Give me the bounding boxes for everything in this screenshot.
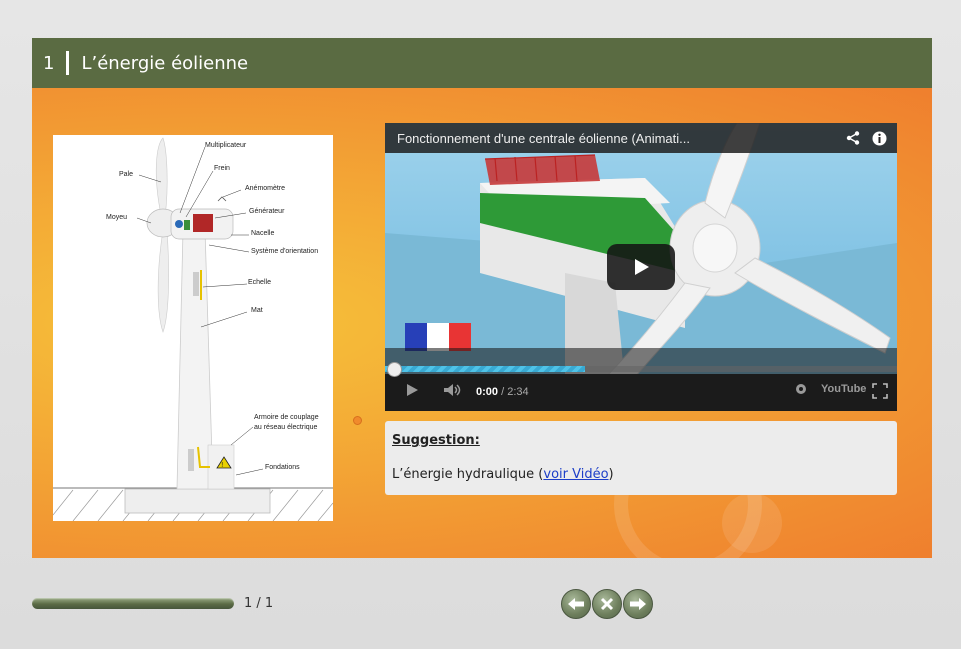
close-button[interactable] [592,589,622,619]
settings-icon[interactable] [795,383,807,398]
video-player[interactable]: Fonctionnement d'une centrale éolienne (… [385,123,897,411]
header-divider [66,51,70,75]
video-title-bar: Fonctionnement d'une centrale éolienne (… [385,123,897,153]
label-pale: Pale [119,171,133,178]
youtube-logo[interactable]: YouTube [821,383,866,395]
scrubber-handle[interactable] [387,362,402,377]
fullscreen-icon[interactable] [872,383,888,402]
suggestion-heading: Suggestion: [392,433,480,448]
current-time: 0:00 [476,386,499,398]
video-title[interactable]: Fonctionnement d'une centrale éolienne (… [397,131,845,146]
label-armoire-1: Armoire de couplage [254,414,319,421]
suggestion-box: Suggestion: L’énergie hydraulique (voir … [385,421,897,495]
label-mat: Mat [251,307,263,314]
label-nacelle: Nacelle [251,230,274,237]
play-icon [635,259,649,275]
suggestion-text-end: ) [608,467,614,482]
svg-text:!: ! [221,462,223,469]
label-anemometre: Anémomètre [245,185,285,192]
label-moyeu: Moyeu [106,214,127,221]
next-button[interactable] [623,589,653,619]
share-icon[interactable] [845,130,861,146]
suggestion-line: L’énergie hydraulique (voir Vidéo) [392,467,614,482]
label-systeme: Système d'orientation [251,248,318,255]
youtube-logo-text: YouTube [821,383,867,395]
play-button[interactable] [607,244,675,290]
label-frein: Frein [214,165,230,172]
previous-icon [568,598,584,610]
label-generateur: Générateur [249,208,285,215]
suggestion-text: L’énergie hydraulique ( [392,467,544,482]
lesson-progress-bar [32,598,234,609]
video-progress-bar[interactable] [385,362,897,377]
video-time: 0:00 / 2:34 [476,386,529,398]
next-icon [630,598,646,610]
volume-icon[interactable] [443,383,463,400]
label-multiplicateur: Multiplicateur [205,142,247,149]
label-echelle: Echelle [248,279,271,286]
decorative-circle [722,493,782,553]
video-controls: 0:00 / 2:34 YouTube [385,362,897,411]
buffered-bar [385,366,585,372]
wind-turbine-diagram: ! Multiplicateur Frein Pale Anémomètre G… [52,135,334,522]
info-icon[interactable] [871,130,887,146]
label-fondations: Fondations [265,464,300,471]
video-duration: / 2:34 [501,386,529,398]
page-counter: 1 / 1 [244,596,274,611]
previous-button[interactable] [561,589,591,619]
label-armoire-2: au réseau électrique [254,424,318,431]
page-title: L’énergie éolienne [81,52,249,74]
close-icon [600,597,614,611]
content-stage: ! Multiplicateur Frein Pale Anémomètre G… [32,88,932,558]
decorative-dot [353,416,362,425]
suggestion-video-link[interactable]: voir Vidéo [543,467,608,482]
play-small-icon[interactable] [405,383,419,400]
page-header: 1 L’énergie éolienne [32,38,932,88]
section-number: 1 [43,52,55,74]
